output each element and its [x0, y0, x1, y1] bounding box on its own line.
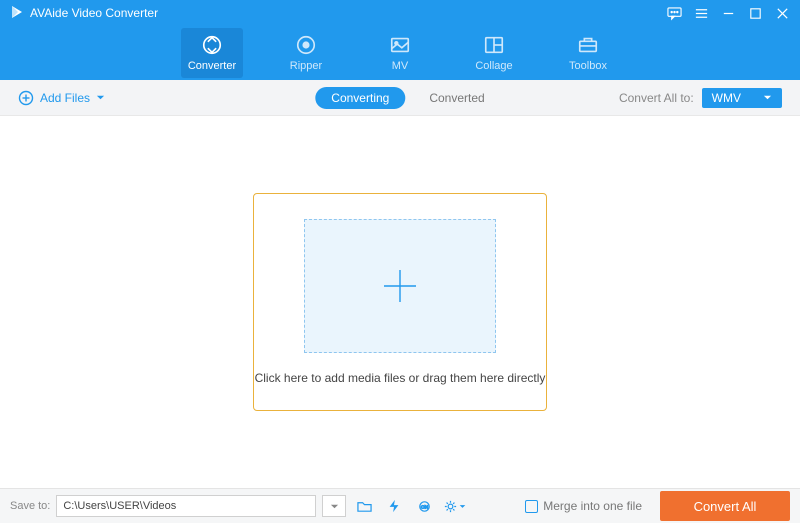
- nav-label: Toolbox: [569, 60, 607, 72]
- save-path-dropdown[interactable]: [322, 495, 346, 517]
- save-path-input[interactable]: C:\Users\USER\Videos: [56, 495, 316, 517]
- convert-all-label: Convert All to:: [619, 91, 694, 105]
- menu-icon[interactable]: [694, 6, 709, 21]
- nav-label: Converter: [188, 60, 236, 72]
- nav-collage[interactable]: Collage: [463, 28, 525, 78]
- main-area: Click here to add media files or drag th…: [0, 116, 800, 488]
- checkbox-icon: [525, 500, 538, 513]
- nav-label: Ripper: [290, 60, 322, 72]
- format-dropdown[interactable]: WMV: [702, 88, 782, 108]
- add-files-button[interactable]: Add Files: [18, 90, 105, 106]
- high-speed-button[interactable]: ON: [412, 495, 436, 517]
- app-logo-area: AVAide Video Converter: [10, 5, 158, 22]
- convert-btn-label: Convert All: [694, 499, 757, 514]
- drop-target: [304, 219, 496, 353]
- nav-toolbox[interactable]: Toolbox: [557, 28, 619, 78]
- window-controls: [667, 6, 790, 21]
- svg-text:ON: ON: [421, 504, 428, 509]
- status-tabs: Converting Converted: [315, 87, 484, 109]
- drop-zone[interactable]: Click here to add media files or drag th…: [253, 193, 547, 411]
- sub-toolbar: Add Files Converting Converted Convert A…: [0, 80, 800, 116]
- nav-ripper[interactable]: Ripper: [275, 28, 337, 78]
- nav-mv[interactable]: MV: [369, 28, 431, 78]
- open-folder-button[interactable]: [352, 495, 376, 517]
- tab-converted[interactable]: Converted: [429, 91, 484, 105]
- minimize-icon[interactable]: [721, 6, 736, 21]
- merge-label: Merge into one file: [543, 499, 642, 513]
- tab-converting[interactable]: Converting: [315, 87, 405, 109]
- close-icon[interactable]: [775, 6, 790, 21]
- chevron-down-icon: [96, 93, 105, 102]
- plus-icon: [378, 264, 422, 308]
- add-files-label: Add Files: [40, 91, 90, 105]
- maximize-icon[interactable]: [748, 6, 763, 21]
- saveto-label: Save to:: [10, 500, 50, 512]
- hardware-accel-button[interactable]: [382, 495, 406, 517]
- chevron-down-icon: [763, 93, 772, 102]
- app-logo-icon: [10, 5, 24, 22]
- merge-checkbox[interactable]: Merge into one file: [525, 499, 642, 513]
- feedback-icon[interactable]: [667, 6, 682, 21]
- drop-text: Click here to add media files or drag th…: [255, 371, 546, 385]
- plus-circle-icon: [18, 90, 34, 106]
- nav-label: MV: [392, 60, 409, 72]
- format-value: WMV: [712, 91, 741, 105]
- nav-label: Collage: [475, 60, 512, 72]
- convert-all-to: Convert All to: WMV: [619, 88, 782, 108]
- app-title: AVAide Video Converter: [30, 6, 158, 20]
- nav-converter[interactable]: Converter: [181, 28, 243, 78]
- settings-button[interactable]: [442, 495, 466, 517]
- footer-bar: Save to: C:\Users\USER\Videos ON Merge i…: [0, 488, 800, 523]
- convert-all-button[interactable]: Convert All: [660, 491, 790, 521]
- nav-tabs: Converter Ripper MV Collage Toolbox: [0, 26, 800, 80]
- titlebar: AVAide Video Converter: [0, 0, 800, 26]
